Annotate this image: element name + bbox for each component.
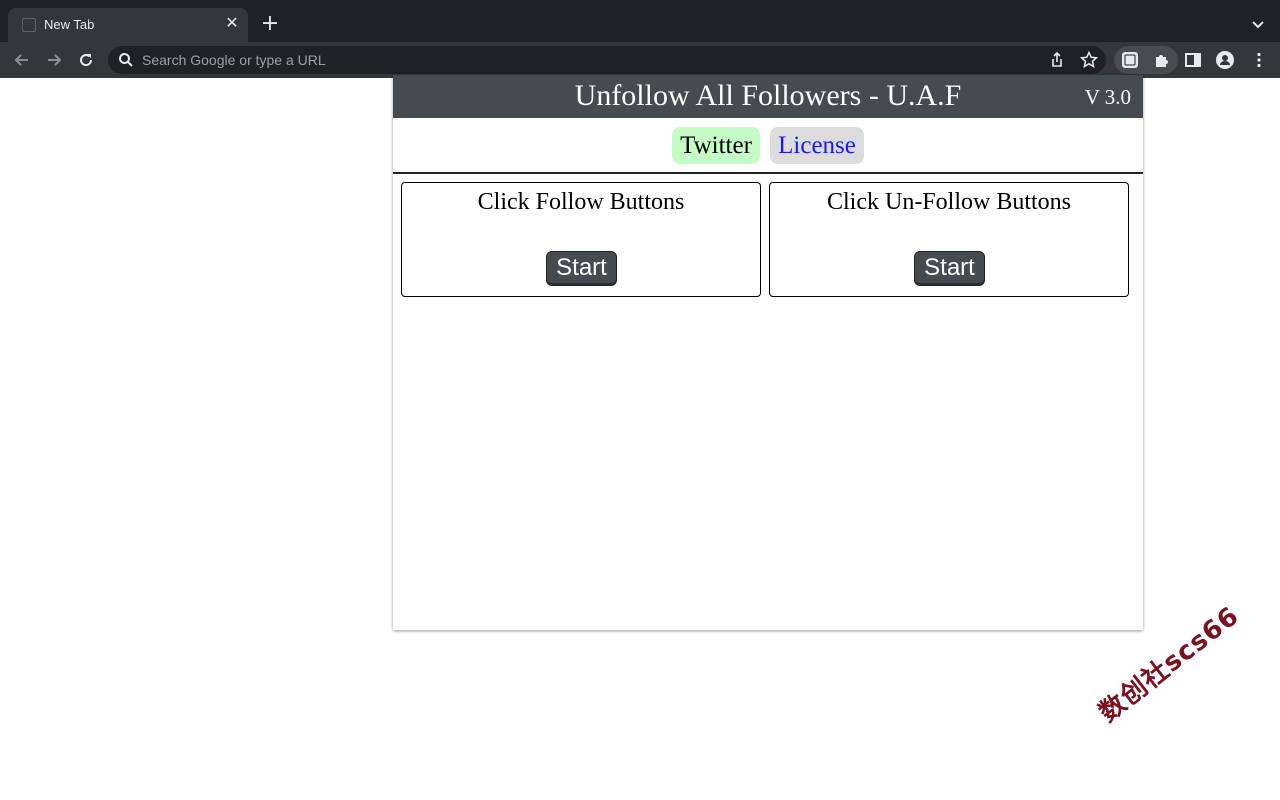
forward-arrow-icon[interactable] <box>42 48 66 72</box>
side-panel-icon[interactable] <box>1184 51 1202 69</box>
browser-tab[interactable]: New Tab ✕ <box>8 8 248 42</box>
tab-favicon-icon <box>22 18 36 32</box>
popup-nav: Twitter License <box>393 118 1143 174</box>
address-bar[interactable]: Search Google or type a URL <box>108 46 1106 74</box>
follow-card: Click Follow Buttons Start <box>401 182 761 297</box>
browser-toolbar: Search Google or type a URL <box>0 42 1280 78</box>
unfollow-start-button[interactable]: Start <box>914 251 985 286</box>
search-icon <box>118 52 134 68</box>
share-icon[interactable] <box>1048 51 1066 69</box>
more-menu-icon[interactable] <box>1250 51 1268 69</box>
new-tab-button[interactable]: + <box>258 12 282 36</box>
tab-strip: New Tab ✕ + <box>0 0 1280 42</box>
tab-search-chevron-icon[interactable] <box>1248 14 1268 34</box>
tab-close-button[interactable]: ✕ <box>222 13 242 33</box>
extension-group <box>1114 46 1178 74</box>
follow-card-title: Click Follow Buttons <box>477 189 685 215</box>
twitter-tab[interactable]: Twitter <box>672 127 760 164</box>
follow-start-button[interactable]: Start <box>546 251 617 286</box>
reload-icon[interactable] <box>74 48 98 72</box>
unfollow-card-title: Click Un-Follow Buttons <box>826 189 1072 215</box>
license-link[interactable]: License <box>770 127 864 164</box>
popup-title: Unfollow All Followers - U.A.F <box>574 79 962 112</box>
extensions-puzzle-icon[interactable] <box>1153 51 1171 69</box>
popup-header: Unfollow All Followers - U.A.F V 3.0 <box>393 75 1143 118</box>
tab-title: New Tab <box>44 17 95 32</box>
version-label: V 3.0 <box>1084 85 1131 109</box>
unfollow-card: Click Un-Follow Buttons Start <box>769 182 1129 297</box>
address-bar-placeholder: Search Google or type a URL <box>142 52 326 68</box>
bookmark-star-icon[interactable] <box>1079 50 1099 69</box>
back-arrow-icon[interactable] <box>10 48 34 72</box>
uaf-extension-icon[interactable] <box>1121 51 1139 69</box>
profile-avatar-icon[interactable] <box>1216 51 1234 69</box>
extension-popup: Unfollow All Followers - U.A.F V 3.0 Twi… <box>393 75 1143 630</box>
